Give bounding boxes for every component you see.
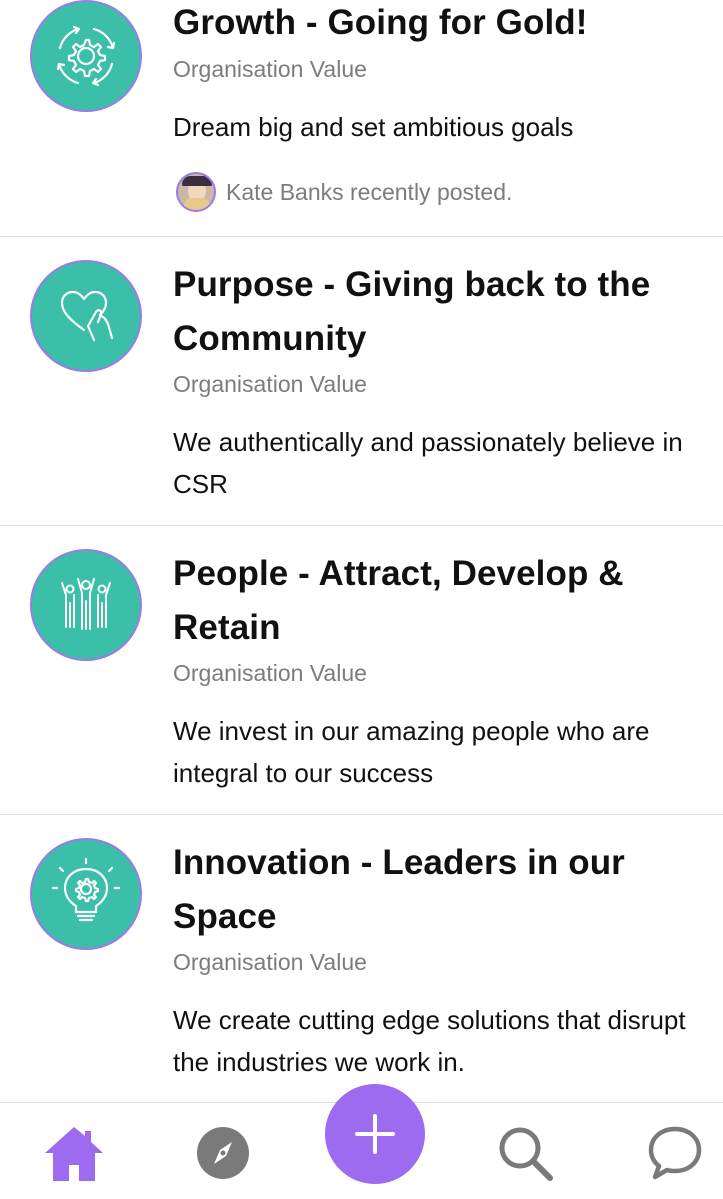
- card-subtitle: Organisation Value: [173, 56, 367, 82]
- bottom-tab-bar: [0, 1084, 723, 1199]
- avatar: [176, 172, 216, 212]
- home-tab[interactable]: [42, 1121, 106, 1185]
- explore-tab[interactable]: [191, 1121, 255, 1185]
- value-card-purpose[interactable]: Purpose - Giving back to the Community O…: [0, 237, 723, 526]
- search-tab[interactable]: [493, 1121, 557, 1185]
- create-post-button[interactable]: [325, 1084, 425, 1184]
- value-card-innovation[interactable]: Innovation - Leaders in our Space Organi…: [0, 815, 723, 1102]
- card-description: We invest in our amazing people who are …: [173, 716, 650, 788]
- card-subtitle: Organisation Value: [173, 949, 367, 975]
- home-icon: [45, 1127, 103, 1181]
- card-title: Innovation - Leaders in our Space: [173, 843, 625, 936]
- lightbulb-gear-icon: [30, 838, 142, 950]
- heart-in-hand-icon: [30, 260, 142, 372]
- value-card-growth[interactable]: Growth - Going for Gold! Organisation Va…: [0, 0, 723, 237]
- recent-activity-text: Kate Banks recently posted.: [226, 178, 513, 205]
- value-card-people[interactable]: People - Attract, Develop & Retain Organ…: [0, 526, 723, 815]
- card-subtitle: Organisation Value: [173, 371, 367, 397]
- card-title: Growth - Going for Gold!: [173, 3, 588, 42]
- card-description: We create cutting edge solutions that di…: [173, 1005, 686, 1077]
- values-feed: Growth - Going for Gold! Organisation Va…: [0, 0, 723, 1102]
- card-title: People - Attract, Develop & Retain: [173, 554, 624, 647]
- search-icon: [499, 1127, 553, 1181]
- chat-bubble-icon: [648, 1126, 702, 1180]
- card-description: We authentically and passionately believ…: [173, 427, 683, 499]
- compass-icon: [197, 1127, 249, 1179]
- people-celebrating-icon: [30, 549, 142, 661]
- messages-tab[interactable]: [643, 1121, 707, 1185]
- card-description: Dream big and set ambitious goals: [173, 112, 574, 142]
- card-title: Purpose - Giving back to the Community: [173, 265, 651, 358]
- card-subtitle: Organisation Value: [173, 660, 367, 686]
- plus-icon: [355, 1114, 395, 1154]
- growth-cycle-gear-icon: [30, 0, 142, 112]
- recent-activity[interactable]: Kate Banks recently posted.: [176, 172, 512, 212]
